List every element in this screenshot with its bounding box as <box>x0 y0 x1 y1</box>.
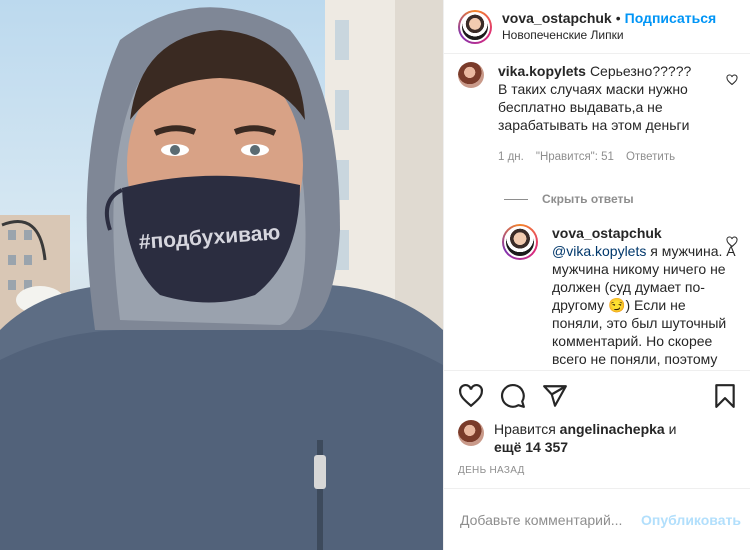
comment-like-icon[interactable] <box>726 74 738 86</box>
action-bar <box>444 370 750 420</box>
post-date[interactable]: ДЕНЬ НАЗАД <box>444 464 750 488</box>
likes-count[interactable]: ещё 14 357 <box>494 439 568 455</box>
reply-item: vova_ostapchuk @vika.kopylets я мужчина.… <box>502 224 738 370</box>
liker-username[interactable]: angelinachepka <box>560 421 665 437</box>
reply-username[interactable]: vova_ostapchuk <box>552 225 662 241</box>
separator-dot: • <box>615 9 621 26</box>
comment-time[interactable]: 1 дн. <box>498 148 524 166</box>
like-icon[interactable] <box>458 383 484 409</box>
reply-avatar[interactable] <box>502 224 538 260</box>
post-sidebar: vova_ostapchuk • Подписаться Новопеченские… <box>443 0 750 550</box>
likes-suffix: и <box>668 421 677 437</box>
comment-username[interactable]: vika.kopylets <box>498 63 586 79</box>
comment-icon[interactable] <box>500 383 526 409</box>
comment-likes[interactable]: "Нравится": 51 <box>536 148 614 166</box>
comment-input[interactable] <box>460 511 641 528</box>
bookmark-icon[interactable] <box>712 383 738 409</box>
commenter-avatar[interactable] <box>458 62 484 88</box>
follow-button[interactable]: Подписаться <box>625 10 717 26</box>
author-avatar[interactable] <box>458 9 492 44</box>
author-username[interactable]: vova_ostapchuk <box>502 10 612 26</box>
comments-section[interactable]: vika.kopylets Серьезно?????В таких случая… <box>444 54 750 370</box>
share-icon[interactable] <box>542 383 568 409</box>
publish-button[interactable]: Опубликовать <box>641 512 741 528</box>
post-photo[interactable]: #подбухиваю <box>0 0 443 550</box>
hide-replies-label: Скрыть ответы <box>542 192 634 206</box>
add-comment-bar: Опубликовать <box>444 488 750 550</box>
hide-replies-button[interactable]: Скрыть ответы <box>504 192 738 206</box>
selfie-illustration: #подбухиваю <box>0 0 443 550</box>
reply-text: я мужчина. А мужчина никому ничего не до… <box>552 243 736 370</box>
liker-avatar[interactable] <box>458 420 484 446</box>
reply-like-icon[interactable] <box>726 236 738 248</box>
likes-prefix: Нравится <box>494 421 556 437</box>
comment-item: vika.kopylets Серьезно?????В таких случая… <box>458 62 738 166</box>
post-location[interactable]: Новопеченские Липки <box>502 27 716 44</box>
reply-button[interactable]: Ответить <box>626 148 675 166</box>
reply-mention[interactable]: @vika.kopylets <box>552 243 646 259</box>
instagram-post: #подбухиваю vova_ostapchuk • Подписаться Н… <box>0 0 750 550</box>
likes-summary: Нравится angelinachepka и ещё 14 357 <box>444 420 750 462</box>
post-header: vova_ostapchuk • Подписаться Новопеченские… <box>444 0 750 54</box>
